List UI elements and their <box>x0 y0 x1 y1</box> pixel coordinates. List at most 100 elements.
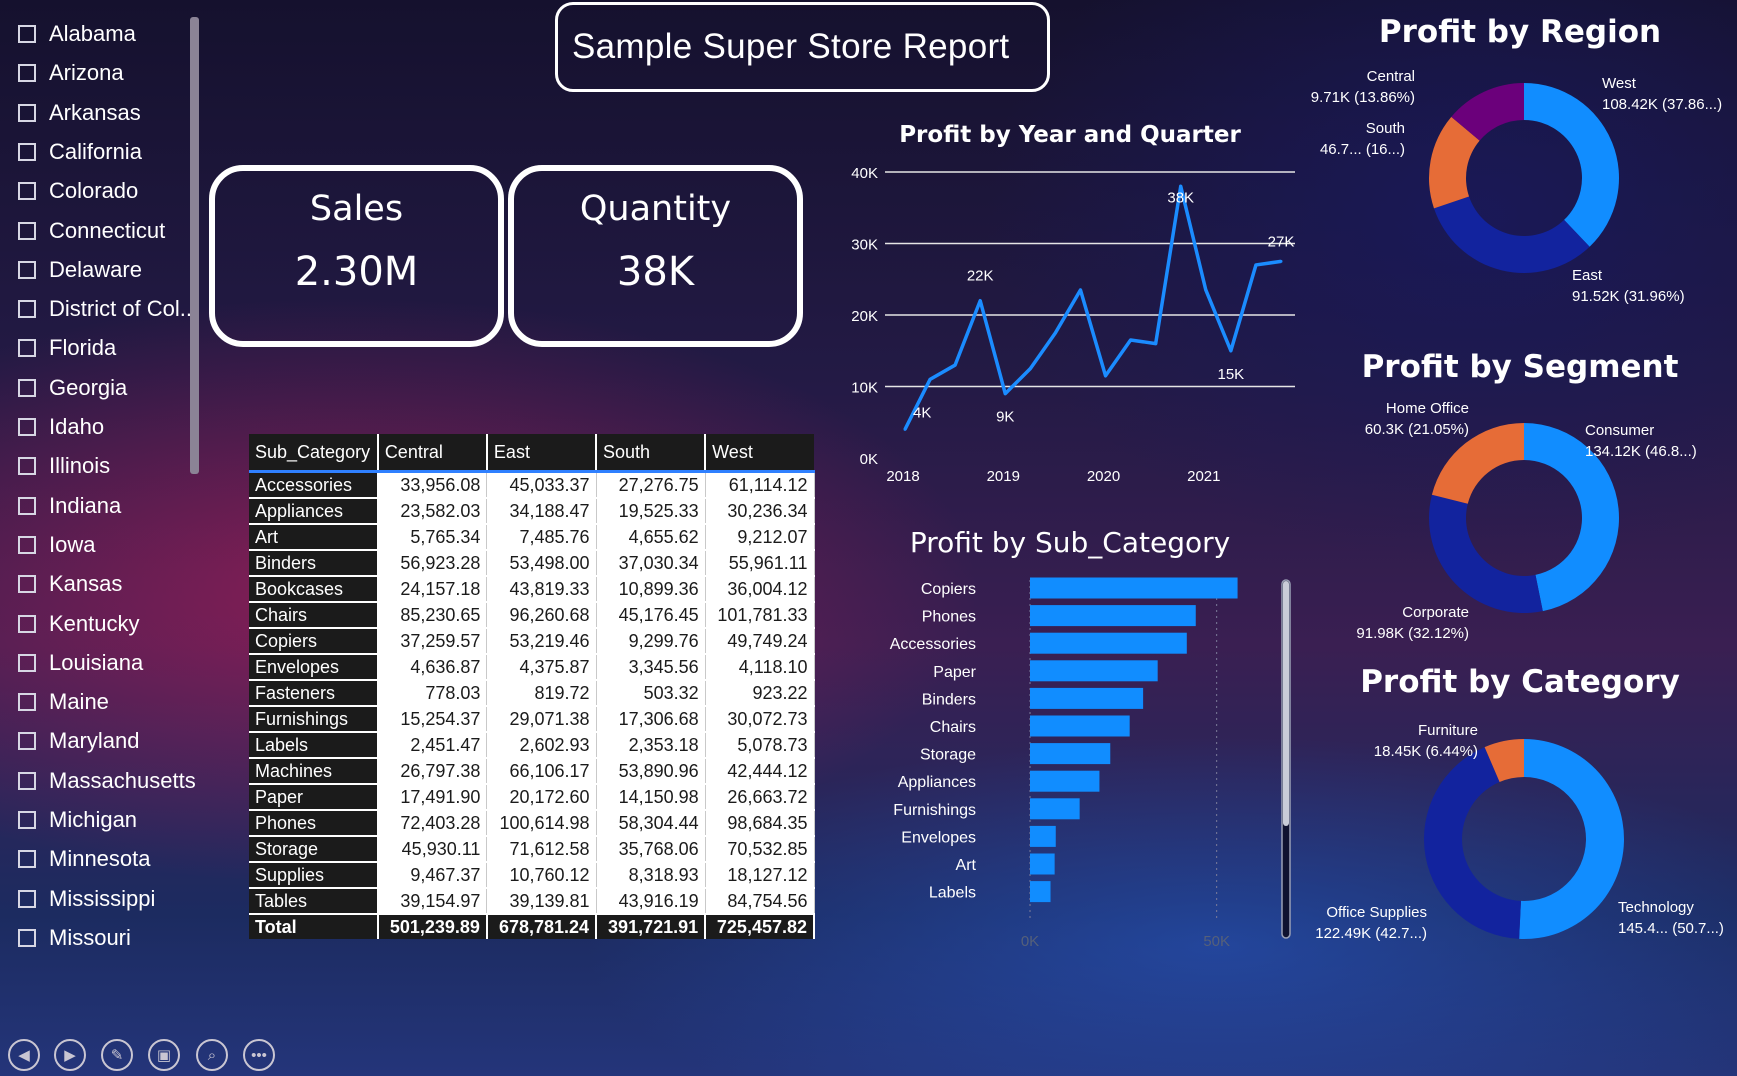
bar[interactable] <box>1030 687 1144 709</box>
slicer-item[interactable]: Colorado <box>18 176 138 206</box>
data-point[interactable] <box>1028 367 1032 371</box>
slicer-item[interactable]: Illinois <box>18 451 110 481</box>
bar[interactable] <box>1030 770 1100 792</box>
checkbox[interactable] <box>18 142 36 161</box>
data-point[interactable] <box>903 427 907 431</box>
checkbox[interactable] <box>18 103 36 122</box>
checkbox[interactable] <box>18 811 36 829</box>
data-point[interactable] <box>1279 259 1283 263</box>
data-point[interactable] <box>1154 342 1158 346</box>
slicer-scrollbar[interactable] <box>190 17 199 474</box>
slicer-item[interactable]: Michigan <box>18 805 137 835</box>
data-point[interactable] <box>1229 349 1233 353</box>
checkbox[interactable] <box>18 889 36 908</box>
column-header[interactable]: Sub_Category <box>249 434 379 472</box>
bar[interactable] <box>1030 798 1080 820</box>
scrollbar-thumb[interactable] <box>1283 581 1289 826</box>
slicer-item[interactable]: Mississippi <box>18 884 155 914</box>
slicer-item[interactable]: Arkansas <box>18 98 141 128</box>
data-point[interactable] <box>978 299 982 303</box>
slicer-item[interactable]: Indiana <box>18 491 121 521</box>
checkbox[interactable] <box>18 928 36 947</box>
slicer-item[interactable]: Delaware <box>18 255 142 285</box>
table-row: Fasteners 778.03 819.72 503.32 923.22 <box>249 680 815 707</box>
data-point[interactable] <box>953 363 957 367</box>
more-icon[interactable]: ••• <box>243 1039 275 1071</box>
slicer-item[interactable]: Alabama <box>18 19 136 49</box>
slicer-item[interactable]: Georgia <box>18 373 127 403</box>
series-line[interactable] <box>903 184 1282 431</box>
data-point[interactable] <box>1204 288 1208 292</box>
data-point[interactable] <box>928 377 932 381</box>
data-point[interactable] <box>1104 374 1108 378</box>
pages-icon[interactable]: ▣ <box>148 1039 180 1071</box>
slicer-item-label: Indiana <box>49 492 122 518</box>
data-point[interactable] <box>1129 338 1133 342</box>
checkbox[interactable] <box>18 496 36 515</box>
bar[interactable] <box>1030 881 1051 903</box>
checkbox[interactable] <box>18 653 36 672</box>
bar[interactable] <box>1030 632 1187 654</box>
slicer-item[interactable]: Kansas <box>18 569 122 599</box>
data-point[interactable] <box>1254 263 1258 267</box>
checkbox[interactable] <box>18 693 36 712</box>
slicer-item[interactable]: Minnesota <box>18 844 151 874</box>
slicer-item[interactable]: Idaho <box>18 412 104 442</box>
bar[interactable] <box>1030 853 1055 875</box>
checkbox[interactable] <box>18 535 36 554</box>
column-header[interactable]: Central <box>377 434 488 472</box>
slicer-item[interactable]: Connecticut <box>18 216 165 246</box>
data-point[interactable] <box>1078 288 1082 292</box>
data-point[interactable] <box>1053 331 1057 335</box>
slicer-item[interactable]: Maine <box>18 687 109 717</box>
donut-slice[interactable] <box>1429 494 1543 613</box>
bar[interactable] <box>1030 715 1130 737</box>
checkbox[interactable] <box>18 221 36 240</box>
bar[interactable] <box>1030 605 1196 627</box>
checkbox[interactable] <box>18 614 36 633</box>
slicer-item[interactable]: Iowa <box>18 530 95 560</box>
table-row: Paper 17,491.90 20,172.60 14,150.98 26,663.7… <box>249 784 815 811</box>
checkbox[interactable] <box>18 418 36 436</box>
checkbox[interactable] <box>18 182 36 201</box>
total-cell: 725,457.82 <box>705 914 815 939</box>
checkbox[interactable] <box>18 457 36 476</box>
bar[interactable] <box>1030 660 1158 682</box>
slicer-item[interactable]: California <box>18 137 142 167</box>
checkbox[interactable] <box>18 25 36 43</box>
slicer-item[interactable]: District of Col... <box>18 294 198 324</box>
slicer-item[interactable]: Louisiana <box>18 648 143 678</box>
checkbox[interactable] <box>18 771 36 790</box>
data-point[interactable] <box>1179 184 1183 188</box>
column-header[interactable]: South <box>596 434 707 472</box>
forward-icon[interactable]: ▶ <box>54 1039 86 1071</box>
slicer-item[interactable]: Missouri <box>18 923 131 953</box>
column-header[interactable]: East <box>486 434 598 472</box>
table-cell: 26,663.72 <box>705 784 815 811</box>
slicer-item[interactable]: Massachusetts <box>18 766 196 796</box>
donut-slice[interactable] <box>1519 739 1625 939</box>
checkbox[interactable] <box>18 378 36 397</box>
checkbox[interactable] <box>18 732 36 751</box>
checkbox[interactable] <box>18 64 36 83</box>
back-icon[interactable]: ◀ <box>8 1039 40 1071</box>
checkbox[interactable] <box>18 339 36 358</box>
slicer-item[interactable]: Arizona <box>18 58 124 88</box>
donut-slice[interactable] <box>1433 196 1590 273</box>
slicer-item[interactable]: Florida <box>18 333 116 363</box>
bar[interactable] <box>1030 577 1238 599</box>
checkbox[interactable] <box>18 300 36 319</box>
bar[interactable] <box>1030 743 1111 765</box>
line-chart-title: Profit by Year and Quarter <box>899 122 1241 148</box>
checkbox[interactable] <box>18 260 36 279</box>
slicer-item[interactable]: Kentucky <box>18 609 140 639</box>
data-point[interactable] <box>1003 392 1007 396</box>
search-icon[interactable]: ⌕ <box>196 1039 228 1071</box>
checkbox[interactable] <box>18 575 36 594</box>
checkbox[interactable] <box>18 850 36 869</box>
table-row: Furnishings 15,254.37 29,071.38 17,306.68 30… <box>249 706 815 733</box>
column-header[interactable]: West <box>705 434 814 472</box>
bar[interactable] <box>1030 825 1056 847</box>
pen-icon[interactable]: ✎ <box>101 1039 133 1071</box>
slicer-item[interactable]: Maryland <box>18 726 139 756</box>
